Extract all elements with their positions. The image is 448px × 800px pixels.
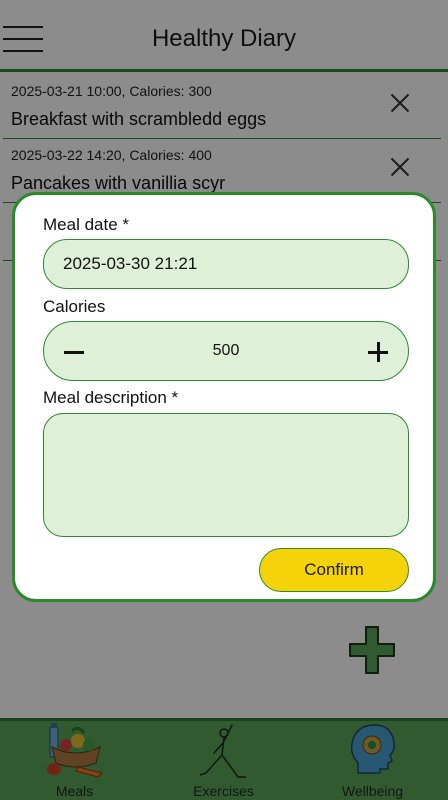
confirm-button[interactable]: Confirm [259,548,409,592]
plus-icon[interactable] [366,340,390,364]
meal-date-value: 2025-03-30 21:21 [63,254,198,273]
calories-stepper: 500 [43,321,409,381]
calories-value: 500 [212,342,240,359]
meal-description-label: Meal description * [43,388,179,407]
meal-date-label: Meal date * [43,215,129,234]
meal-description-input[interactable] [43,413,409,537]
add-meal-dialog: Meal date * 2025-03-30 21:21 Calories 50… [12,192,436,602]
meal-date-field[interactable]: 2025-03-30 21:21 [43,239,409,289]
calories-label: Calories [43,297,106,316]
